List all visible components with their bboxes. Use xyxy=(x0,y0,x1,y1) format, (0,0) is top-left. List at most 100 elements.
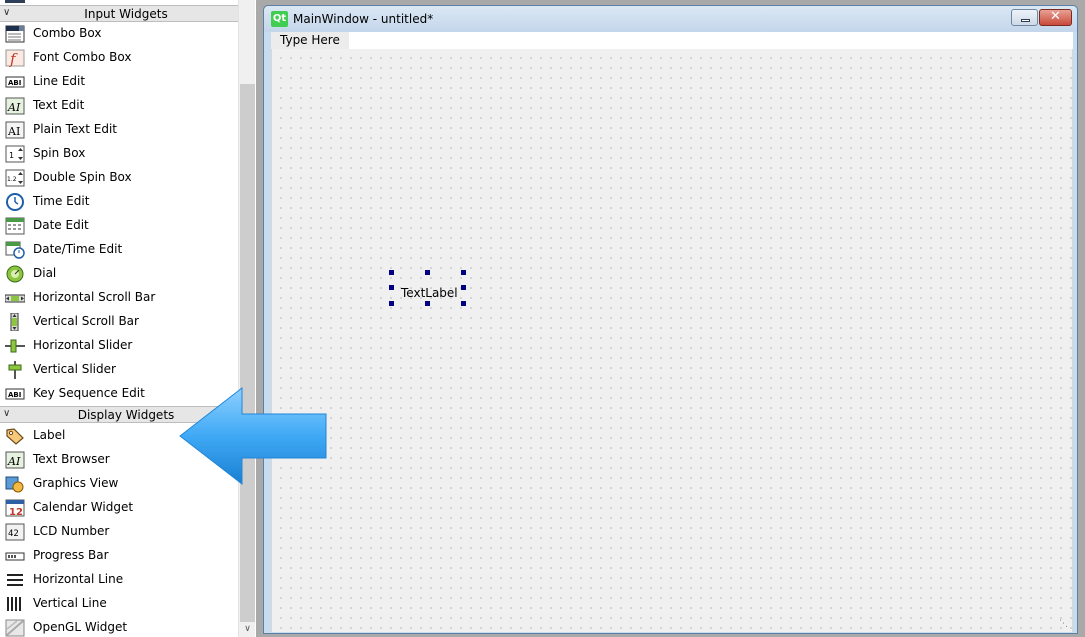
chevron-down-icon: ∨ xyxy=(3,408,11,419)
selection-handle[interactable] xyxy=(461,285,466,290)
text-browser-icon-text: AI xyxy=(7,455,21,468)
widget-item-time-edit[interactable]: Time Edit xyxy=(0,190,238,214)
font-combo-box-icon: f xyxy=(5,49,25,68)
key-sequence-edit-icon: ABI xyxy=(5,385,25,403)
calendar-widget-icon: 12 xyxy=(5,499,25,518)
minimize-icon xyxy=(1021,19,1030,22)
category-header-input-widgets[interactable]: ∨ Input Widgets xyxy=(0,5,238,22)
selection-handle[interactable] xyxy=(461,270,466,275)
widget-item-text-edit[interactable]: AI Text Edit xyxy=(0,94,238,118)
combo-box-icon xyxy=(5,25,25,43)
widget-item-label: Key Sequence Edit xyxy=(33,386,145,400)
widget-item-label: Progress Bar xyxy=(33,548,109,562)
widget-item-label: OpenGL Widget xyxy=(33,620,128,634)
horizontal-scroll-bar-icon xyxy=(4,289,26,307)
widget-item-date-time-edit[interactable]: Date/Time Edit xyxy=(0,238,238,262)
widget-item-label: Plain Text Edit xyxy=(33,122,117,136)
widget-item-label: Horizontal Scroll Bar xyxy=(33,290,156,304)
minimize-button[interactable] xyxy=(1011,9,1038,26)
vertical-line-icon xyxy=(5,595,25,613)
selection-handle[interactable] xyxy=(389,301,394,306)
widget-item-dial[interactable]: Dial xyxy=(0,262,238,286)
widget-item-double-spin-box[interactable]: 1.2 Double Spin Box xyxy=(0,166,238,190)
widget-item-font-combo-box[interactable]: f Font Combo Box xyxy=(0,46,238,70)
text-browser-icon: AI xyxy=(5,451,25,469)
horizontal-line-icon xyxy=(5,571,25,589)
widget-item-progress-bar[interactable]: Progress Bar xyxy=(0,544,238,568)
widget-item-label: Date Edit xyxy=(33,218,89,232)
close-icon: ✕ xyxy=(1050,9,1061,24)
spin-box-icon: 1 xyxy=(5,145,25,163)
scroll-down-arrow-icon[interactable]: ∨ xyxy=(239,624,256,637)
line-edit-icon: ABI xyxy=(5,73,25,91)
widget-item-lcd-number[interactable]: 42 LCD Number xyxy=(0,520,238,544)
spin-box-icon-text: 1 xyxy=(9,151,14,160)
text-edit-icon-text: AI xyxy=(7,101,21,114)
form-titlebar[interactable]: Qt MainWindow - untitled* ✕ xyxy=(264,6,1077,32)
widget-item-calendar-widget[interactable]: 12 Calendar Widget xyxy=(0,496,238,520)
widget-item-horizontal-line[interactable]: Horizontal Line xyxy=(0,568,238,592)
text-label[interactable]: TextLabel xyxy=(401,286,458,300)
opengl-widget-icon xyxy=(5,619,25,637)
selection-handle[interactable] xyxy=(389,270,394,275)
selection-handle[interactable] xyxy=(425,270,430,275)
widget-item-label: Vertical Slider xyxy=(33,362,116,376)
chevron-down-icon: ∨ xyxy=(3,7,11,18)
widget-item-label: Text Edit xyxy=(33,98,85,112)
clock-icon xyxy=(5,193,25,211)
close-button[interactable]: ✕ xyxy=(1039,9,1072,26)
plain-text-edit-icon: AI xyxy=(5,121,25,139)
widget-item-opengl-widget[interactable]: OpenGL Widget xyxy=(0,616,238,637)
widget-item-label-text: Label xyxy=(33,428,66,442)
text-edit-icon: AI xyxy=(5,97,25,115)
progress-bar-icon xyxy=(5,547,25,565)
widget-item-label: Font Combo Box xyxy=(33,50,132,64)
calendar-widget-icon-text: 12 xyxy=(9,507,23,517)
widget-box-scrollbar[interactable]: ∨ xyxy=(238,0,255,637)
widget-item-date-edit[interactable]: Date Edit xyxy=(0,214,238,238)
widget-item-spin-box[interactable]: 1 Spin Box xyxy=(0,142,238,166)
widget-item-label: Vertical Scroll Bar xyxy=(33,314,139,328)
calendar-icon xyxy=(5,217,25,235)
widget-item-plain-text-edit[interactable]: AI Plain Text Edit xyxy=(0,118,238,142)
widget-item-horizontal-scroll-bar[interactable]: Horizontal Scroll Bar xyxy=(0,286,238,310)
widget-box-panel: ∨ Input Widgets Combo Box f Font Combo B… xyxy=(0,0,256,637)
widget-item-label: Double Spin Box xyxy=(33,170,132,184)
widget-item-combo-box[interactable]: Combo Box xyxy=(0,22,238,46)
vertical-scroll-bar-icon xyxy=(5,312,25,332)
widget-item-label: LCD Number xyxy=(33,524,110,538)
widget-item-label: Vertical Line xyxy=(33,596,107,610)
dial-icon xyxy=(5,265,25,283)
graphics-view-icon xyxy=(5,475,25,493)
vertical-slider-icon xyxy=(5,361,25,379)
selection-handle[interactable] xyxy=(389,285,394,290)
widget-item-label: Horizontal Line xyxy=(33,572,124,586)
horizontal-slider-icon xyxy=(5,337,25,355)
previous-item-sliver xyxy=(5,0,25,3)
widget-item-line-edit[interactable]: ABI Line Edit xyxy=(0,70,238,94)
resize-grip-icon[interactable]: ⋱ xyxy=(1059,619,1068,629)
key-sequence-edit-icon-text: ABI xyxy=(8,391,21,399)
line-edit-icon-text: ABI xyxy=(8,79,21,87)
category-title: Input Widgets xyxy=(84,7,168,21)
qt-logo-icon: Qt xyxy=(271,11,288,27)
widget-item-label: Text Browser xyxy=(33,452,110,466)
selection-handle[interactable] xyxy=(425,301,430,306)
widget-item-vertical-scroll-bar[interactable]: Vertical Scroll Bar xyxy=(0,310,238,334)
scrollbar-thumb[interactable] xyxy=(240,84,255,622)
widget-item-vertical-slider[interactable]: Vertical Slider xyxy=(0,358,238,382)
widget-item-label: Dial xyxy=(33,266,57,280)
widget-item-horizontal-slider[interactable]: Horizontal Slider xyxy=(0,334,238,358)
form-window[interactable]: Qt MainWindow - untitled* ✕ Type Here Te… xyxy=(263,5,1078,634)
widget-list: ∨ Input Widgets Combo Box f Font Combo B… xyxy=(0,0,238,637)
widget-item-vertical-line[interactable]: Vertical Line xyxy=(0,592,238,616)
widget-item-label: Date/Time Edit xyxy=(33,242,123,256)
widget-item-label: Line Edit xyxy=(33,74,86,88)
calendar-clock-icon xyxy=(5,241,25,259)
form-menubar: Type Here xyxy=(271,32,1073,49)
form-canvas[interactable]: TextLabel ⋱ xyxy=(271,49,1073,632)
widget-item-label: Spin Box xyxy=(33,146,86,160)
selection-handle[interactable] xyxy=(461,301,466,306)
menu-type-here[interactable]: Type Here xyxy=(271,32,349,49)
double-spin-box-icon: 1.2 xyxy=(5,169,25,187)
